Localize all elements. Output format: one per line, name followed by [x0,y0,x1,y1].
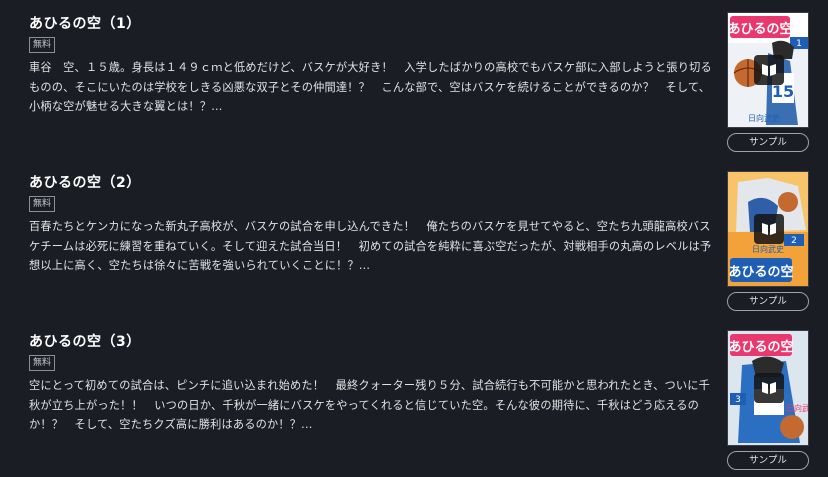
open-book-icon [762,382,776,394]
cover-logo: あひるの空 [728,339,793,355]
book-description: 空にとって初めての試合は、ピンチに追い込まれ始めた！ 最終クォーター残り５分、試… [29,379,711,431]
cover-logo: あひるの空 [728,21,793,37]
book-title[interactable]: あひるの空（1） [29,13,141,33]
book-cover[interactable]: 2 日向武史 あひるの空 [727,171,809,287]
list-item[interactable]: あひるの空（1） 無料 車谷 空、１５歳。身長は１４９ｃｍと低めだけど、バスケが… [0,0,828,159]
free-badge: 無料 [29,355,55,371]
cover-logo: あひるの空 [728,264,793,280]
open-book-icon [762,223,776,235]
cover-author: 日向武史 [752,244,784,254]
book-reader-icon[interactable] [754,214,784,244]
book-title[interactable]: あひるの空（2） [29,172,141,192]
sample-button[interactable]: サンプル [727,133,809,152]
list-item[interactable]: あひるの空（2） 無料 百春たちとケンカになった新丸子高校が、バスケの試合を申し… [0,159,828,318]
book-reader-icon[interactable] [754,373,784,403]
cover-author: 日向武史 [748,113,780,123]
cover-author: 日向武史 [786,403,809,413]
open-book-icon [762,64,776,76]
free-badge: 無料 [29,37,55,53]
cover-volume: 1 [796,39,802,49]
book-title[interactable]: あひるの空（3） [29,331,141,351]
book-description: 車谷 空、１５歳。身長は１４９ｃｍと低めだけど、バスケが大好き！ 入学したばかり… [29,61,712,113]
free-badge: 無料 [29,196,55,212]
cover-volume: 3 [735,395,741,405]
cover-volume: 2 [791,236,797,246]
book-list: あひるの空（1） 無料 車谷 空、１５歳。身長は１４９ｃｍと低めだけど、バスケが… [0,0,828,477]
book-reader-icon[interactable] [754,55,784,85]
sample-button[interactable]: サンプル [727,451,809,470]
book-description: 百春たちとケンカになった新丸子高校が、バスケの試合を申し込んできた！ 俺たちのバ… [29,220,712,272]
book-cover[interactable]: あひるの空 1 15 日向武史 [727,12,809,128]
book-cover[interactable]: あひるの空 3 日向武史 [727,330,809,446]
list-item[interactable]: あひるの空（3） 無料 空にとって初めての試合は、ピンチに追い込まれ始めた！ 最… [0,318,828,477]
sample-button[interactable]: サンプル [727,292,809,311]
